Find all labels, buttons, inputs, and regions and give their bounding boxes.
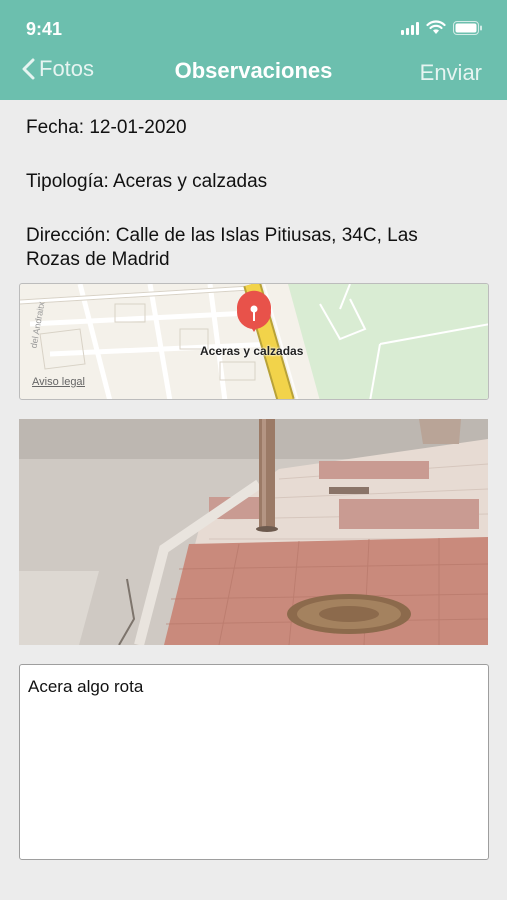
status-time: 9:41 xyxy=(26,19,63,39)
map-background xyxy=(20,284,488,399)
wifi-icon xyxy=(426,20,446,35)
navigation-bar: Fotos Observaciones Enviar xyxy=(0,52,507,96)
status-bar: 9:41 xyxy=(0,0,507,56)
send-button[interactable]: Enviar xyxy=(420,60,482,86)
address-field: Dirección: Calle de las Islas Pitiusas, … xyxy=(26,225,418,270)
cellular-signal-icon xyxy=(401,21,419,35)
typology-field: Tipología: Aceras y calzadas xyxy=(26,171,268,192)
app-header: 9:41 Fotos Observaciones Enviar xyxy=(0,0,507,100)
battery-icon xyxy=(453,20,483,35)
legal-notice-link[interactable]: Aviso legal xyxy=(32,376,85,388)
location-map[interactable]: del Andraitx Aceras y calzadas Aviso leg… xyxy=(19,283,489,400)
status-icons xyxy=(401,20,483,35)
notes-textarea[interactable]: Acera algo rota xyxy=(19,664,489,860)
sidewalk-photo-image xyxy=(19,419,488,645)
map-pin-label: Aceras y calzadas xyxy=(200,344,304,358)
date-field: Fecha: 12-01-2020 xyxy=(26,117,187,138)
report-photo[interactable] xyxy=(19,419,488,645)
